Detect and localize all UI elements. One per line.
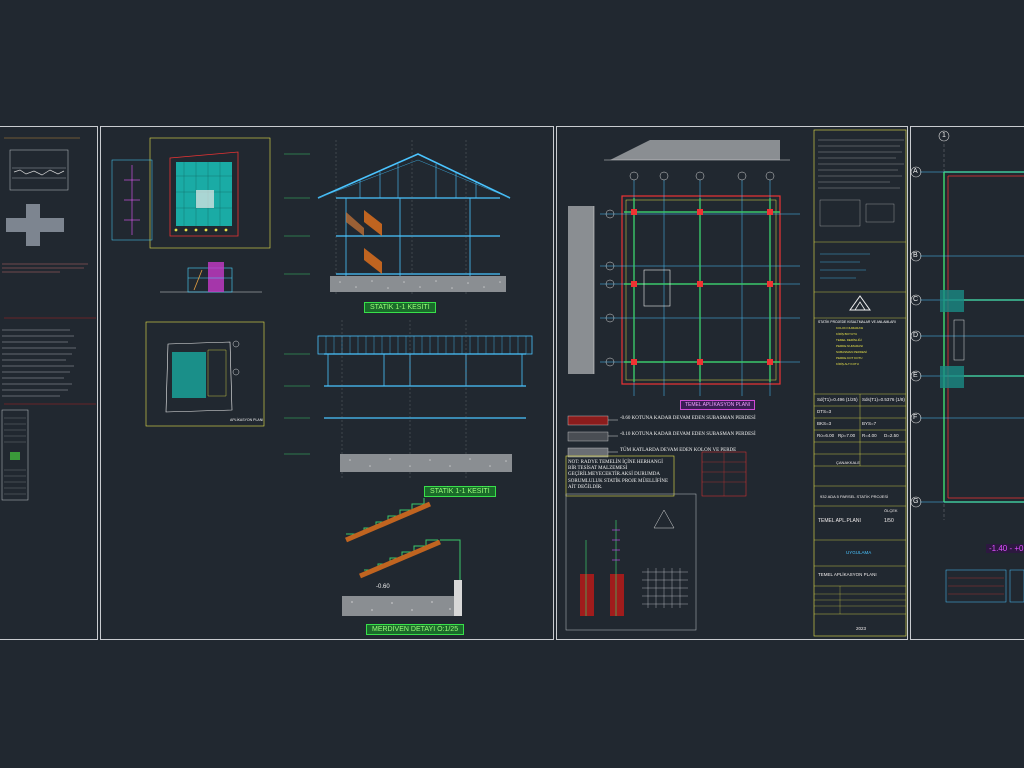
axis-number-1: 1	[942, 132, 946, 139]
tb-project-type: STATİK PROJEDE KISALTMALAR VE ANLAMLARI	[818, 320, 896, 324]
title-aplikasyon-plani: APLİKASYON PLANI	[230, 418, 264, 422]
tb-plan-name: TEMEL APL.PLANI	[818, 518, 861, 524]
legend-item-5: SUBASMAN PERDESİ	[836, 350, 867, 354]
note-kot-1: -0.60 KOTUNA KADAR DEVAM EDEN SUBASMAN P…	[620, 416, 756, 421]
tb-ro: Ro=6.00	[817, 433, 835, 438]
sheet-4-border[interactable]	[910, 126, 1024, 640]
tb-sd-1: Sd(T1)=0.496 (1/25)	[817, 397, 858, 402]
tb-d: D=2.50	[884, 433, 899, 438]
axis-label-b: B	[913, 252, 918, 259]
tb-olcek-label: ÖLÇEK	[884, 508, 898, 513]
tb-uygulama: UYGULAMA	[846, 550, 872, 555]
legend-item-4: PERDE NUMARASI	[836, 344, 864, 348]
tb-rp: Rp=7.00	[838, 433, 856, 438]
legend-item-3: TEMEL DERİNLİĞİ	[836, 338, 862, 342]
legend-item-2: KİRİŞ BOYUTU	[836, 332, 858, 336]
tb-bys: BYS=7	[862, 421, 877, 426]
tb-sd-2: Sds(T1)=0.5376 (1/8)	[862, 397, 905, 402]
axis-label-g: G	[913, 498, 919, 505]
legend-item-7: KİRİŞ ALT KOTU	[836, 362, 859, 366]
sheet-3-border[interactable]	[556, 126, 908, 640]
axis-label-c: C	[913, 296, 919, 303]
tb-year: 2023	[856, 626, 867, 631]
tb-dtd: DTS=3	[817, 409, 832, 414]
legend-item-6: PERDE KOT KOTU	[836, 356, 863, 360]
axis-label-f: F	[913, 414, 918, 421]
legend-item-1: KOLON NUMARASI	[836, 326, 864, 330]
axis-label-a: A	[913, 168, 918, 175]
note-radye-warning: NOT: RADYE TEMELİN İÇİNE HERHANGİ BİR TE…	[568, 460, 669, 490]
title-statik-section-1: STATİK 1-1 KESİTİ	[364, 302, 436, 313]
title-statik-section-2: STATİK 1-1 KESİTİ	[424, 486, 496, 497]
note-kot-2: -0.10 KOTUNA KADAR DEVAM EDEN SUBASMAN P…	[620, 432, 756, 437]
title-radye-plani: TEMEL APLİKASYON PLANI	[680, 400, 756, 410]
tb-ada-parsel: 932 ADA 5 PARSEL STATİK PROJESİ	[820, 494, 889, 499]
tb-olcek: 1/50	[884, 518, 894, 524]
cad-drawing-canvas[interactable]: STATİK 1-1 KESİTİ STATİK 1-1 KESİTİ MERD…	[0, 0, 1024, 768]
axis-label-e: E	[913, 372, 918, 379]
axis-label-d: D	[913, 332, 919, 339]
tb-bkg: BKS=3	[817, 421, 832, 426]
right-elevation-label: -1.40 - +0	[986, 544, 1024, 553]
elevation-mark: -0.60	[376, 584, 390, 590]
title-merdiven-detay: MERDİVEN DETAYI Ö:1/25	[366, 624, 465, 635]
tb-yer: ÇANAKKALE	[836, 460, 861, 465]
tb-plan-name-2: TEMEL APLİKASYON PLANI	[818, 572, 877, 577]
note-kot-3: TÜM KATLARDA DEVAM EDEN KOLON VE PERDE	[620, 448, 737, 453]
sheet-1-border[interactable]	[0, 126, 98, 640]
sheet-2-border[interactable]	[100, 126, 554, 640]
tb-r: R=4.00	[862, 433, 877, 438]
